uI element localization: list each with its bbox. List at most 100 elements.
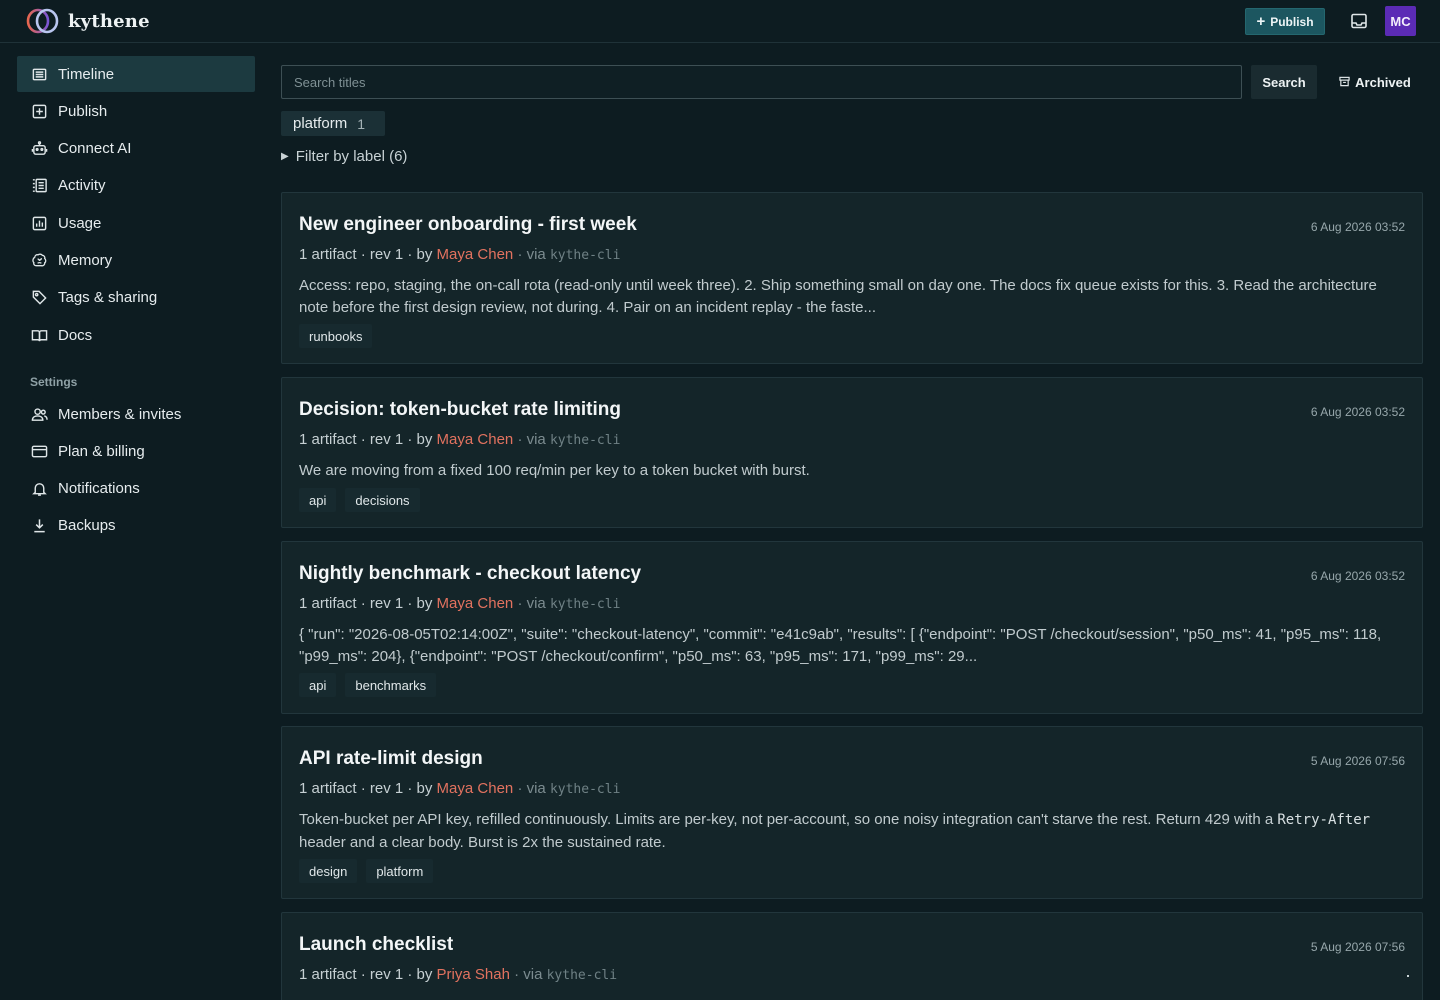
post-title[interactable]: Decision: token-bucket rate limiting [299,399,621,421]
scroll-marker [1407,975,1409,977]
post-source: kythe-cli [549,782,621,797]
post-meta-prefix: 1 artifact · rev 1 · by [299,780,433,797]
post-card[interactable]: Decision: token-bucket rate limiting 6 A… [281,377,1423,528]
sidebar-item-backups[interactable]: Backups [17,508,255,544]
brand[interactable]: kythene [26,7,150,35]
tag-chip[interactable]: api [299,488,337,512]
post-title[interactable]: New engineer onboarding - first week [299,214,637,236]
post-source: kythe-cli [549,433,621,448]
sidebar-item-tags-sharing[interactable]: Tags & sharing [17,280,255,316]
filter-toggle-label: Filter by label (6) [295,147,408,165]
archived-button[interactable]: Archived [1330,65,1420,99]
post-author[interactable]: Priya Shah [437,966,510,983]
sidebar-item-publish[interactable]: Publish [17,93,255,129]
sidebar-item-label: Backups [58,517,116,535]
tag-chip[interactable]: decisions [345,488,420,512]
sidebar-item-notifications[interactable]: Notifications [17,471,255,507]
archived-button-label: Archived [1355,74,1411,90]
post-excerpt: Token-bucket per API key, refilled conti… [299,809,1399,853]
post-author[interactable]: Maya Chen [437,595,514,612]
sidebar-item-memory[interactable]: Memory [17,242,255,278]
sidebar-item-label: Memory [58,251,113,269]
download-icon [30,517,48,535]
post-card[interactable]: API rate-limit design 5 Aug 2026 07:56 1… [281,726,1423,899]
plus-icon: + [1256,13,1266,30]
post-via: · via [517,595,546,612]
post-tags: api decisions [299,488,420,512]
post-meta-prefix: 1 artifact · rev 1 · by [299,431,433,448]
post-title[interactable]: Nightly benchmark - checkout latency [299,563,641,585]
filter-chip-count: 1 [357,115,365,132]
sidebar-item-members-invites[interactable]: Members & invites [17,396,255,432]
post-source: kythe-cli [549,248,621,263]
post-tags: runbooks [299,324,373,348]
sidebar-item-label: Plan & billing [58,442,145,460]
post-tags: design platform [299,859,434,883]
post-excerpt-part: header and a clear body. Burst is 2x the… [299,833,666,851]
post-excerpt-code: Retry-After [1277,812,1371,828]
tag-chip[interactable]: api [299,673,337,697]
sidebar-item-plan-billing[interactable]: Plan & billing [17,433,255,469]
brain-icon [30,251,48,269]
sidebar-item-label: Members & invites [58,405,182,423]
post-meta-prefix: 1 artifact · rev 1 · by [299,966,433,983]
filter-chip-label: platform [293,115,348,132]
publish-button[interactable]: + Publish [1245,8,1325,35]
post-card[interactable]: Nightly benchmark - checkout latency 6 A… [281,541,1423,714]
post-author[interactable]: Maya Chen [437,431,514,448]
inbox-icon[interactable] [1350,12,1368,30]
sidebar-item-timeline[interactable]: Timeline [17,56,255,92]
bar-chart-icon [30,214,48,232]
sidebar-item-usage[interactable]: Usage [17,205,255,241]
sidebar-item-label: Usage [58,214,102,232]
post-title[interactable]: API rate-limit design [299,748,483,770]
post-author[interactable]: Maya Chen [437,246,514,263]
sidebar-item-label: Notifications [58,480,140,498]
sidebar-item-activity[interactable]: Activity [17,168,255,204]
robot-icon [30,140,48,158]
post-meta: 1 artifact · rev 1 · by Maya Chen · via … [299,431,620,448]
post-excerpt: We are moving from a fixed 100 req/min p… [299,462,810,479]
settings-heading: Settings [30,375,78,390]
tag-chip[interactable]: benchmarks [345,673,437,697]
post-title[interactable]: Launch checklist [299,934,453,956]
post-meta: 1 artifact · rev 1 · by Priya Shah · via… [299,966,617,983]
archive-icon [1339,75,1350,90]
sidebar-item-label: Timeline [58,65,115,83]
post-meta: 1 artifact · rev 1 · by Maya Chen · via … [299,595,620,612]
post-tags: api benchmarks [299,673,437,697]
post-source: kythe-cli [546,968,618,983]
avatar[interactable]: MC [1385,6,1416,36]
sidebar-item-connect-ai[interactable]: Connect AI [17,131,255,167]
sidebar-item-docs[interactable]: Docs [17,317,255,353]
post-card[interactable]: New engineer onboarding - first week 6 A… [281,192,1423,364]
post-via: · via [517,431,546,448]
tag-icon [30,289,48,307]
plus-square-icon [30,102,48,120]
active-filter-chip[interactable]: platform 1 [281,111,385,136]
tag-chip[interactable]: runbooks [299,324,373,348]
post-meta-prefix: 1 artifact · rev 1 · by [299,246,433,263]
post-excerpt: Access: repo, staging, the on-call rota … [299,277,1377,316]
post-card[interactable]: Launch checklist 5 Aug 2026 07:56 1 arti… [281,912,1423,1000]
publish-button-label: Publish [1270,14,1314,29]
brand-name: kythene [68,10,150,32]
post-date: 5 Aug 2026 07:56 [1310,940,1405,954]
post-author[interactable]: Maya Chen [437,780,514,797]
activity-list-icon [30,177,48,195]
sidebar-item-label: Connect AI [58,140,132,158]
search-input[interactable] [281,65,1242,99]
tag-chip[interactable]: platform [366,859,434,883]
post-source: kythe-cli [549,597,621,612]
post-date: 6 Aug 2026 03:52 [1310,405,1405,419]
sidebar-item-label: Activity [58,177,106,195]
post-meta: 1 artifact · rev 1 · by Maya Chen · via … [299,780,620,797]
brand-logo-icon [26,8,60,34]
timeline-icon [30,65,48,83]
search-button[interactable]: Search [1251,65,1317,99]
filter-by-label-toggle[interactable]: ▶ Filter by label (6) [281,146,407,166]
credit-card-icon [30,442,48,460]
sidebar-item-label: Tags & sharing [58,289,158,307]
post-date: 6 Aug 2026 03:52 [1310,569,1405,583]
tag-chip[interactable]: design [299,859,358,883]
